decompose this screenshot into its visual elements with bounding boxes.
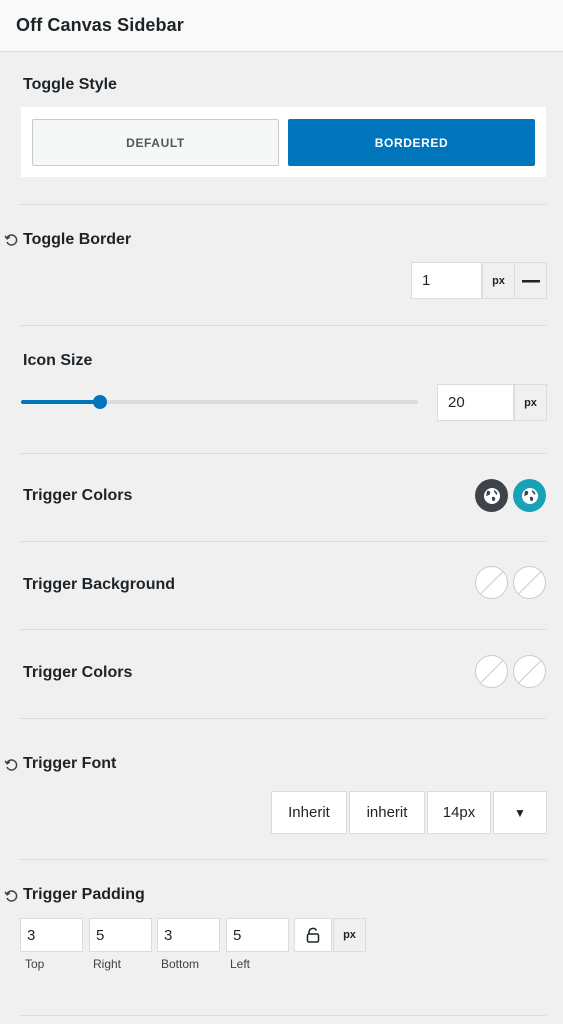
lock-open-icon [306,927,320,943]
trigger-colors-2-hover-swatch[interactable] [513,655,546,688]
globe-icon [483,487,500,504]
divider [20,718,546,719]
trigger-background-hover-swatch[interactable] [513,566,546,599]
globe-icon [521,487,538,504]
icon-size-label: Icon Size [23,352,93,369]
font-weight-select[interactable]: inherit [349,791,425,834]
toggle-style-default-button[interactable]: DEFAULT [32,119,279,166]
padding-top-label: Top [25,957,45,971]
padding-unit[interactable]: px [333,918,366,952]
icon-size-slider[interactable] [21,395,418,409]
trigger-font-label: Trigger Font [23,755,117,772]
trigger-background-initial-swatch[interactable] [475,566,508,599]
toggle-border-label: Toggle Border [23,231,132,248]
toggle-border-input[interactable]: 1 [411,262,482,299]
reset-icon[interactable] [4,233,18,247]
trigger-border-colors-label: Trigger Colors [23,664,133,681]
font-size-select[interactable]: 14px [427,791,491,834]
padding-link-button[interactable] [294,918,332,952]
divider [20,629,546,630]
padding-right-input[interactable]: 5 [89,918,152,952]
icon-size-input[interactable]: 20 [437,384,514,421]
trigger-background-label: Trigger Background [23,576,176,593]
icon-size-unit[interactable]: px [514,384,547,421]
trigger-colors-label: Trigger Colors [23,487,133,504]
padding-bottom-label: Bottom [161,957,200,971]
font-options-dropdown[interactable]: ▼ [493,791,547,834]
toggle-style-label: Toggle Style [23,76,117,93]
padding-left-label: Left [230,957,251,971]
reset-icon[interactable] [4,889,18,903]
minus-icon [521,279,540,282]
toggle-border-style-button[interactable] [514,262,547,299]
divider [20,541,546,542]
divider [20,204,546,205]
slider-thumb[interactable] [93,395,107,409]
slider-fill [21,400,100,404]
trigger-colors-2-initial-swatch[interactable] [475,655,508,688]
font-family-select[interactable]: Inherit [271,791,347,834]
caret-down-icon: ▼ [514,805,526,820]
trigger-padding-label: Trigger Padding [23,886,145,903]
trigger-color-hover-swatch[interactable] [513,479,546,512]
panel-title: Off Canvas Sidebar [16,15,184,35]
divider [20,453,546,454]
toggle-border-unit[interactable]: px [482,262,515,299]
toggle-style-bordered-button[interactable]: BORDERED [288,119,535,166]
padding-top-input[interactable]: 3 [20,918,83,952]
padding-right-label: Right [93,957,122,971]
divider [20,1015,546,1016]
padding-bottom-input[interactable]: 3 [157,918,220,952]
trigger-color-initial-swatch[interactable] [475,479,508,512]
panel-header: Off Canvas Sidebar [0,0,563,52]
divider [20,325,546,326]
padding-left-input[interactable]: 5 [226,918,289,952]
divider [20,859,546,860]
toggle-style-group: DEFAULT BORDERED [21,107,546,177]
reset-icon[interactable] [4,758,18,772]
